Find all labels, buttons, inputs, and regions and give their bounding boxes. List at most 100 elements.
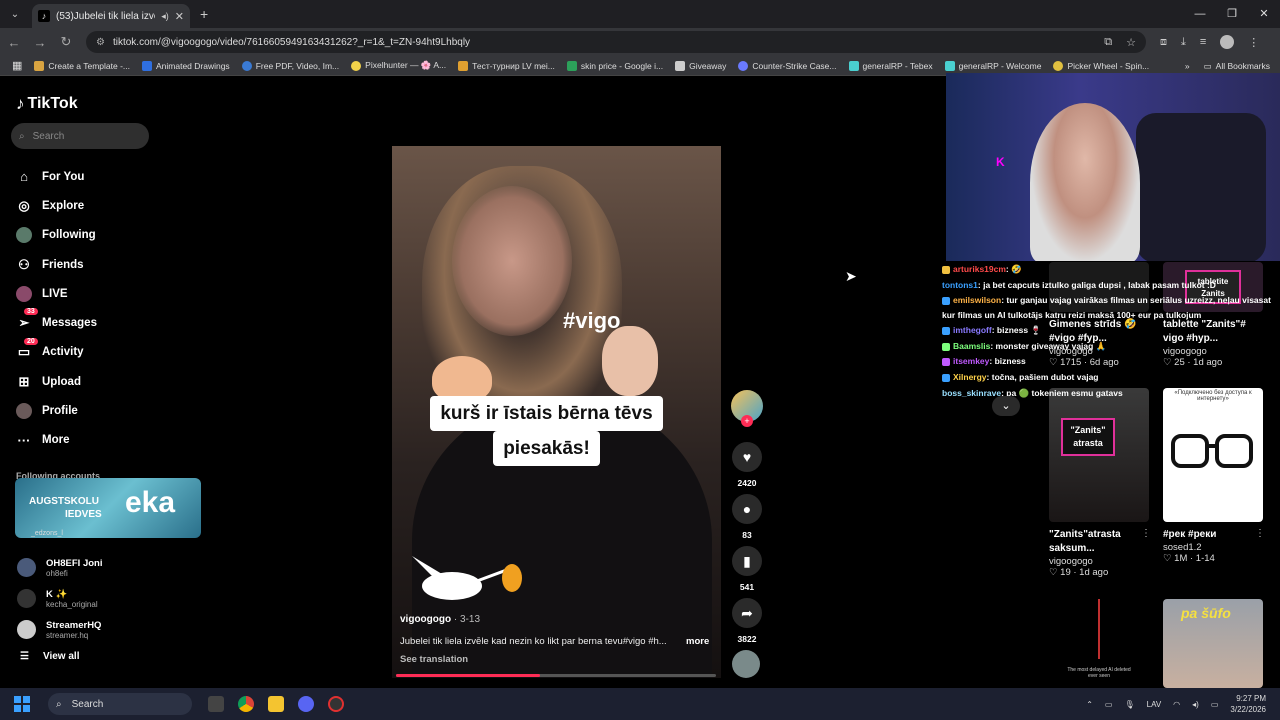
more-button[interactable]: more xyxy=(686,636,709,647)
bookmark-item[interactable]: skin price - Google i... xyxy=(566,60,663,71)
taskbar-search[interactable]: ⌕ Search xyxy=(48,693,192,715)
like-button[interactable]: ♥ 2420 xyxy=(731,442,763,488)
all-bookmarks-folder[interactable]: ▭ All Bookmarks xyxy=(1204,61,1270,72)
sidebar-item-activity[interactable]: ▭ 20 Activity xyxy=(16,337,97,367)
following-avatar-icon xyxy=(16,227,32,244)
microphone-icon[interactable]: 🎙 xyxy=(1124,700,1134,709)
windows-taskbar: ⌕ Search ⌃ ▭ 🎙 LAV ◠ ◂) ▭ 9:27 PM 3/22/202… xyxy=(0,688,1280,720)
bookmark-icon: ▮ xyxy=(732,546,762,576)
extensions-icon[interactable]: ⧈ xyxy=(1160,36,1167,49)
tab-search-button[interactable]: ⌄ xyxy=(4,3,26,25)
following-account[interactable]: K ✨ kecha_original xyxy=(17,583,102,614)
search-placeholder: Search xyxy=(32,130,65,142)
related-video-card[interactable]: pa šūfo xyxy=(1163,599,1263,688)
save-button[interactable]: ▮ 541 xyxy=(731,546,763,592)
task-view-icon[interactable] xyxy=(208,696,224,712)
network-icon[interactable]: ▭ xyxy=(1105,700,1113,709)
more-options-icon[interactable]: ⋮ xyxy=(1255,528,1265,539)
search-input[interactable]: ⌕ Search xyxy=(11,123,149,149)
following-account[interactable]: OH8EFI Joni oh8efi xyxy=(17,552,102,583)
bookmark-item[interactable]: Animated Drawings xyxy=(141,60,230,71)
reload-icon[interactable]: ↻ xyxy=(54,34,78,50)
new-tab-button[interactable]: + xyxy=(200,6,208,22)
chrome-icon[interactable] xyxy=(238,696,254,712)
heart-icon: ♥ xyxy=(732,442,762,472)
media-icon[interactable]: ≡ xyxy=(1200,36,1206,48)
bookmark-item[interactable]: Picker Wheel - Spin... xyxy=(1053,60,1149,71)
see-translation-link[interactable]: See translation xyxy=(400,654,468,665)
sidebar-item-profile[interactable]: Profile xyxy=(16,396,97,425)
more-options-icon[interactable]: ⋮ xyxy=(1141,528,1151,539)
back-icon[interactable]: ← xyxy=(2,35,26,50)
related-video-card[interactable]: «Подключено без доступа к интернету» #ре… xyxy=(1163,388,1265,564)
discord-icon[interactable] xyxy=(298,696,314,712)
home-icon: ⌂ xyxy=(20,169,28,185)
share-button[interactable]: ➦ 3822 xyxy=(731,598,763,644)
creator-avatar[interactable]: + xyxy=(731,390,763,427)
tiktok-sidebar: ♪ TikTok ⌕ Search ⌂ For You ◎ Explore Follo… xyxy=(0,76,201,688)
profile-avatar-icon[interactable] xyxy=(1220,35,1235,49)
install-app-icon[interactable]: ⧉ xyxy=(1104,36,1112,49)
video-progress-bar[interactable] xyxy=(396,674,716,677)
chrome-menu-icon[interactable]: ⋮ xyxy=(1248,36,1259,49)
audio-icon[interactable]: ◂) xyxy=(161,11,169,22)
related-video-card[interactable]: "Zanits" atrasta "Zanits"atrasta saksum.… xyxy=(1049,388,1151,578)
close-tab-icon[interactable]: ✕ xyxy=(175,10,184,23)
close-window-icon[interactable]: ✕ xyxy=(1248,0,1280,28)
bookmark-item[interactable]: Counter-Strike Case... xyxy=(738,60,837,71)
bookmark-item[interactable]: Free PDF, Video, Im... xyxy=(241,60,339,71)
bookmark-item[interactable]: generalRP - Tebex xyxy=(848,60,933,71)
bookmark-item[interactable]: Pixelhunter — 🌸 A... xyxy=(351,60,446,71)
recording-app-icon[interactable] xyxy=(328,696,344,712)
language-indicator[interactable]: LAV xyxy=(1147,700,1162,709)
apps-icon[interactable]: ▦ xyxy=(12,59,22,72)
sidebar-item-explore[interactable]: ◎ Explore xyxy=(16,191,97,220)
file-explorer-icon[interactable] xyxy=(268,696,284,712)
volume-icon[interactable]: ◂) xyxy=(1192,700,1199,709)
sidebar-item-friends[interactable]: ⚇ Friends xyxy=(16,250,97,279)
active-tab[interactable]: ♪ (53)Jubelei tik liela izvēle ka ◂) ✕ xyxy=(32,4,190,28)
glasses-icon xyxy=(1171,434,1253,468)
video-frame-face xyxy=(452,186,572,336)
related-video-card[interactable]: The most delayed AI deleted ever seen xyxy=(1049,599,1149,688)
sidebar-item-upload[interactable]: ⊞ Upload xyxy=(16,367,97,396)
bookmark-star-icon[interactable]: ☆ xyxy=(1126,36,1136,49)
video-progress-fill xyxy=(396,674,540,677)
bookmark-item[interactable]: Тест-турнир LV mei... xyxy=(458,60,555,71)
sidebar-item-for-you[interactable]: ⌂ For You xyxy=(16,162,97,191)
following-account[interactable]: StreamerHQ streamer.hq xyxy=(17,614,102,645)
site-info-icon[interactable]: ⚙ xyxy=(96,37,105,48)
battery-icon[interactable]: ▭ xyxy=(1211,700,1219,709)
music-disc-icon[interactable] xyxy=(732,650,760,678)
view-all-link[interactable]: ☰ View all xyxy=(20,651,79,662)
wifi-icon[interactable]: ◠ xyxy=(1173,700,1180,709)
bookmark-item[interactable]: Create a Template -... xyxy=(34,60,130,71)
minimize-icon[interactable]: — xyxy=(1184,0,1216,28)
address-bar[interactable]: ⚙ tiktok.com/@vigoogogo/video/7616605949… xyxy=(86,31,1146,53)
scroll-down-icon[interactable]: ⌄ xyxy=(992,396,1020,416)
sidebar-item-following[interactable]: Following xyxy=(16,221,97,250)
streamer-webcam: K xyxy=(946,73,1280,261)
chat-message: imthegoff: bizness 🍷 xyxy=(942,323,1272,339)
bookmark-item[interactable]: generalRP - Welcome xyxy=(944,60,1041,71)
more-bookmarks-icon[interactable]: » xyxy=(1185,61,1190,71)
more-dots-icon: ··· xyxy=(17,432,31,448)
comment-button[interactable]: ● 83 xyxy=(731,494,763,540)
tiktok-logo[interactable]: ♪ TikTok xyxy=(16,94,78,114)
windows-start-icon[interactable] xyxy=(14,696,30,712)
sidebar-item-messages[interactable]: ➢ 33 Messages xyxy=(16,308,97,337)
restore-icon[interactable]: ❐ xyxy=(1216,0,1248,28)
follow-plus-icon[interactable]: + xyxy=(741,415,753,427)
sidebar-item-more[interactable]: ··· More xyxy=(16,426,97,455)
video-hashtag-overlay: #vigo xyxy=(563,308,621,333)
sidebar-item-live[interactable]: LIVE xyxy=(16,279,97,308)
video-author[interactable]: vigoogogo · 3-13 xyxy=(400,614,480,625)
inbox-icon: ▭ xyxy=(17,344,31,360)
bookmark-item[interactable]: Giveaway xyxy=(675,60,726,71)
system-clock[interactable]: 9:27 PM 3/22/2026 xyxy=(1230,693,1266,715)
video-player[interactable]: #vigo kurš ir īstais bērna tēvs piesakās… xyxy=(392,146,721,678)
tray-expand-icon[interactable]: ⌃ xyxy=(1086,700,1093,709)
video-description: Jubelei tik liela izvēle kad nezin ko li… xyxy=(400,636,667,647)
forward-icon[interactable]: → xyxy=(28,35,52,50)
download-icon[interactable]: ⤓ xyxy=(1181,36,1186,49)
